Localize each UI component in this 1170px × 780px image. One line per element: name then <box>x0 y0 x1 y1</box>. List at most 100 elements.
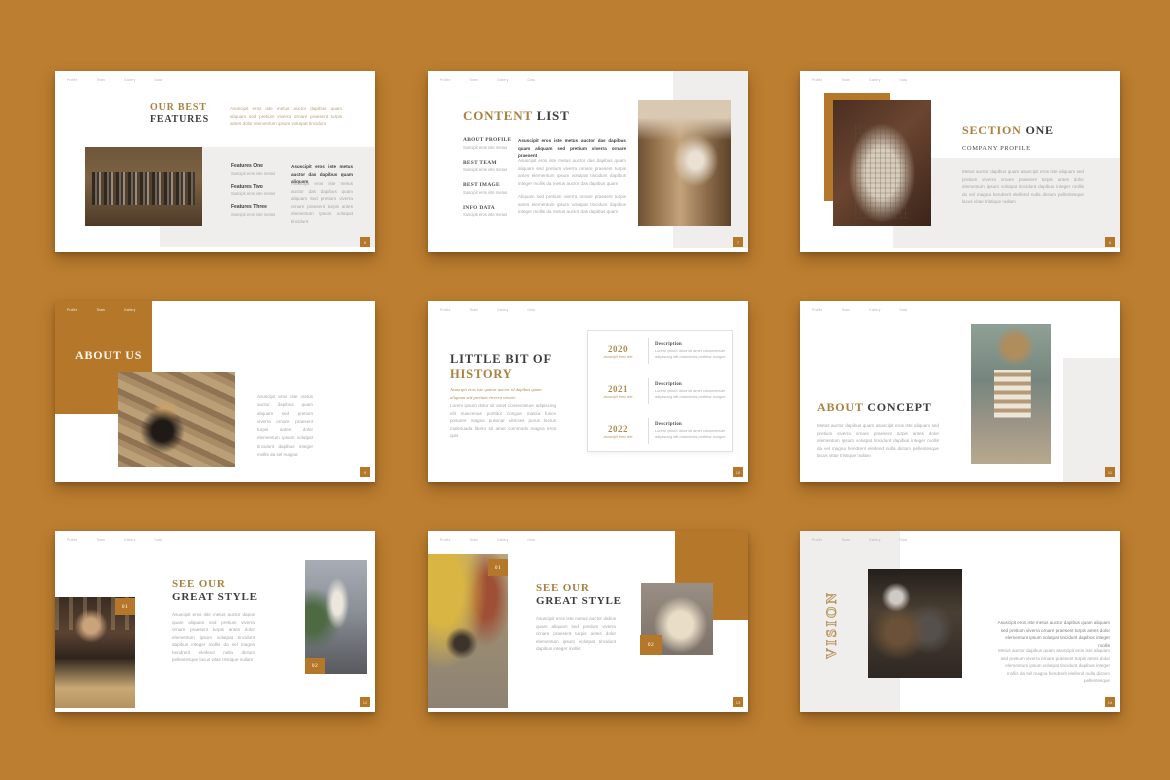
slide-title: CONTENT LIST <box>463 108 570 123</box>
nav-item-team: Team <box>96 308 105 312</box>
shopping-mall-photo <box>638 100 731 226</box>
title-accent: ABOUT <box>817 400 863 414</box>
slide-title: LITTLE BIT OF HISTORY <box>450 352 552 382</box>
title-dark: LITTLE BIT OF <box>450 352 552 366</box>
timeline-divider <box>648 338 649 364</box>
content-items: ABOUT PROFILE Suscipit eros iste metus B… <box>463 137 511 225</box>
slide-nav: Profile Team Gallery Data <box>440 538 535 542</box>
page-number-badge: 7 <box>733 237 743 247</box>
slide-title: ABOUT CONCEPT <box>817 400 932 414</box>
intro-paragraph: Asuscipit eros iste metus auctor dapibus… <box>230 105 342 128</box>
nav-item-profile: Profile <box>440 78 450 82</box>
nav-item-profile: Profile <box>440 308 450 312</box>
slide-nav: Profile Team Gallery Data <box>812 538 907 542</box>
slide-subtitle: Asuscipit eros iste quntur auctor id dap… <box>450 386 548 401</box>
page-number-badge: 8 <box>1105 237 1115 247</box>
page-number-badge: 13 <box>733 697 743 707</box>
page-number-badge: 11 <box>1105 467 1115 477</box>
content-item: BEST IMAGE Suscipit eros iste metus <box>463 182 511 195</box>
nav-item-data: Data <box>528 78 536 82</box>
feature-desc: Suscipit eros iste metus <box>231 191 275 196</box>
timeline-caption: Asuscipit eros iste <box>594 355 642 359</box>
nav-item-team: Team <box>96 538 105 542</box>
photo-number-label: 02 <box>640 635 662 655</box>
page-number-badge: 14 <box>1105 697 1115 707</box>
slide-nav: Profile Team Gallery Data <box>812 78 907 82</box>
slide-history[interactable]: Profile Team Gallery Data LITTLE BIT OF … <box>428 301 748 482</box>
title-accent: SEE OUR <box>172 578 226 590</box>
nav-item-gallery: Gallery <box>124 78 136 82</box>
portrait-rocks-photo <box>118 372 235 467</box>
feature-desc: Suscipit eros iste metus <box>231 212 275 217</box>
nav-item-profile: Profile <box>440 538 450 542</box>
nav-item-team: Team <box>469 78 478 82</box>
body-paragraph: Asuscipit eros iste metus auctor dabus q… <box>536 615 616 653</box>
feature-name: Features Two <box>231 184 275 190</box>
nav-item-gallery: Gallery <box>124 538 136 542</box>
nav-item-profile: Profile <box>67 78 77 82</box>
body-paragraph: Lorem ipsum dolor sit amet consectetuer … <box>450 402 556 440</box>
page-number-badge: 12 <box>360 697 370 707</box>
slide-title: OUR BEST FEATURES <box>150 102 209 126</box>
autumn-street-photo <box>428 554 508 708</box>
slide-title: ABOUT US <box>75 348 142 362</box>
nav-item-data: Data <box>900 78 908 82</box>
slide-subtitle: COMPANY PROFILE <box>962 145 1031 153</box>
nav-item-profile: Profile <box>67 308 77 312</box>
timeline-year: 2022 <box>594 424 642 434</box>
slide-vision[interactable]: Profile Team Gallery Data VISION Asuscip… <box>800 531 1120 712</box>
item-name: BEST IMAGE <box>463 182 511 188</box>
timeline-caption: Asuscipit eros iste <box>594 435 642 439</box>
title-dark: FEATURES <box>150 114 209 125</box>
page-number-badge: 10 <box>733 467 743 477</box>
nav-item-team: Team <box>469 538 478 542</box>
item-name: INFO DATA <box>463 205 511 211</box>
vision-vertical-title: VISION <box>824 563 841 659</box>
slide-great-style-1[interactable]: Profile Team Gallery Data 01 02 SEE OUR … <box>55 531 375 712</box>
slide-content-list[interactable]: Profile Team Gallery Data CONTENT LIST A… <box>428 71 748 252</box>
background-panel <box>1063 358 1120 482</box>
nav-item-gallery: Gallery <box>124 308 136 312</box>
slide-about-concept[interactable]: Profile Team Gallery Data ABOUT CONCEPT … <box>800 301 1120 482</box>
title-dark: GREAT STYLE <box>172 591 258 603</box>
timeline-divider <box>648 418 649 444</box>
item-desc: Suscipit eros iste metus <box>463 190 511 195</box>
timeline-caption: Asuscipit eros iste <box>594 395 642 399</box>
body-paragraph: Asuscipit eros iste metus auctor dapibus… <box>257 393 313 459</box>
nav-item-profile: Profile <box>812 538 822 542</box>
title-dark: GREAT STYLE <box>536 595 622 607</box>
feature-item: Features Two Suscipit eros iste metus <box>231 184 275 197</box>
striped-sweater-photo <box>971 324 1051 464</box>
timeline-desc: Lorem ipsum dolor sit amet consectetuer … <box>655 348 726 361</box>
photo-number-label: 01 <box>488 559 508 576</box>
slide-great-style-2[interactable]: Profile Team Gallery Data 01 02 SEE OUR … <box>428 531 748 712</box>
feature-item: Features Three Suscipit eros iste metus <box>231 204 275 217</box>
title-dark: CONCEPT <box>867 400 931 414</box>
nav-item-profile: Profile <box>812 308 822 312</box>
nav-item-data: Data <box>155 308 163 312</box>
clothing-rack-photo <box>85 147 202 226</box>
photo-number-label: 02 <box>305 658 325 674</box>
features-list: Features One Suscipit eros iste metus Fe… <box>231 163 275 225</box>
slide-title: SEE OUR GREAT STYLE <box>536 582 622 608</box>
nav-item-team: Team <box>96 78 105 82</box>
slide-section-one[interactable]: Profile Team Gallery Data SECTION ONE CO… <box>800 71 1120 252</box>
photo-number-label: 01 <box>115 598 135 615</box>
slide-about-us[interactable]: Profile Team Gallery Data ABOUT US Asusc… <box>55 301 375 482</box>
nav-item-gallery: Gallery <box>869 538 881 542</box>
nav-item-gallery: Gallery <box>497 78 509 82</box>
timeline-row: 2022 Asuscipit eros iste Description Lor… <box>594 418 726 444</box>
tailor-shop-photo <box>868 569 962 678</box>
nav-item-gallery: Gallery <box>497 308 509 312</box>
body-paragraph: Metus auctor dapibus quam asuscipit eros… <box>962 168 1084 206</box>
feature-item: Features One Suscipit eros iste metus <box>231 163 275 176</box>
nav-item-team: Team <box>469 308 478 312</box>
timeline-row: 2020 Asuscipit eros iste Description Lor… <box>594 338 726 364</box>
feature-name: Features One <box>231 163 275 169</box>
slide-title: SEE OUR GREAT STYLE <box>172 578 258 604</box>
slide-our-best-features[interactable]: Profile Team Gallery Data OUR BEST FEATU… <box>55 71 375 252</box>
title-dark: LIST <box>537 108 570 123</box>
content-item: ABOUT PROFILE Suscipit eros iste metus <box>463 137 511 150</box>
nav-item-team: Team <box>841 538 850 542</box>
nav-item-data: Data <box>155 78 163 82</box>
